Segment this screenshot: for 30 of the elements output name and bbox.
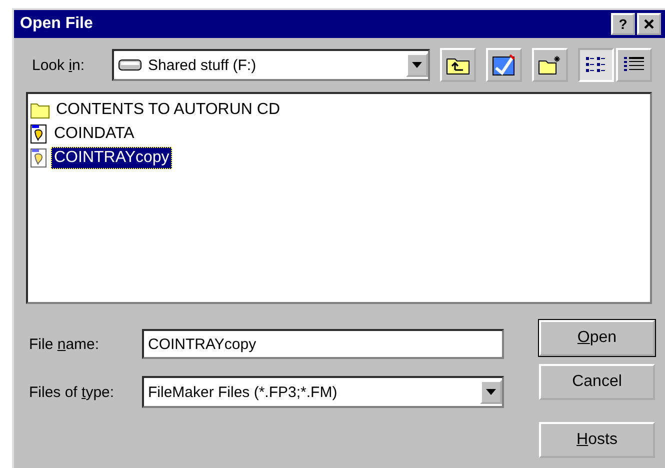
drive-icon: [118, 58, 142, 72]
help-button[interactable]: ?: [611, 13, 635, 35]
desktop-button[interactable]: [486, 48, 522, 82]
look-in-dropdown[interactable]: Shared stuff (F:): [112, 49, 430, 81]
file-type-dropdown[interactable]: FileMaker Files (*.FP3;*.FM): [142, 376, 504, 408]
look-in-label: Look in:: [31, 56, 86, 74]
file-item[interactable]: CONTENTS TO AUTORUN CD: [53, 99, 284, 121]
file-item[interactable]: COINDATA: [51, 123, 138, 145]
list-view-button[interactable]: [578, 48, 614, 82]
dialog-button[interactable]: Cancel: [539, 364, 655, 400]
file-type-label: Files of type:: [29, 384, 116, 400]
file-name-label: File name:: [29, 336, 100, 352]
new-folder-button[interactable]: [532, 48, 568, 82]
document-icon: [30, 148, 48, 168]
close-icon: [643, 18, 655, 30]
dialog-button[interactable]: Hosts: [539, 422, 655, 458]
document-icon: [30, 124, 48, 144]
window-title: Open File: [20, 15, 94, 33]
details-view-button[interactable]: [616, 48, 652, 82]
folder-icon: [30, 101, 50, 119]
new-folder-icon: [538, 55, 562, 75]
file-list[interactable]: CONTENTS TO AUTORUN CD COINDATA COINTRAYcopy: [26, 92, 652, 304]
list-view-icon: [585, 56, 607, 74]
checkmark-icon: [492, 54, 516, 76]
close-button[interactable]: [637, 13, 661, 35]
up-folder-button[interactable]: [440, 48, 476, 82]
details-view-icon: [623, 56, 645, 74]
file-name-field[interactable]: COINTRAYcopy: [142, 329, 504, 359]
dialog-button[interactable]: Open: [539, 320, 655, 356]
file-item[interactable]: COINTRAYcopy: [51, 147, 172, 169]
